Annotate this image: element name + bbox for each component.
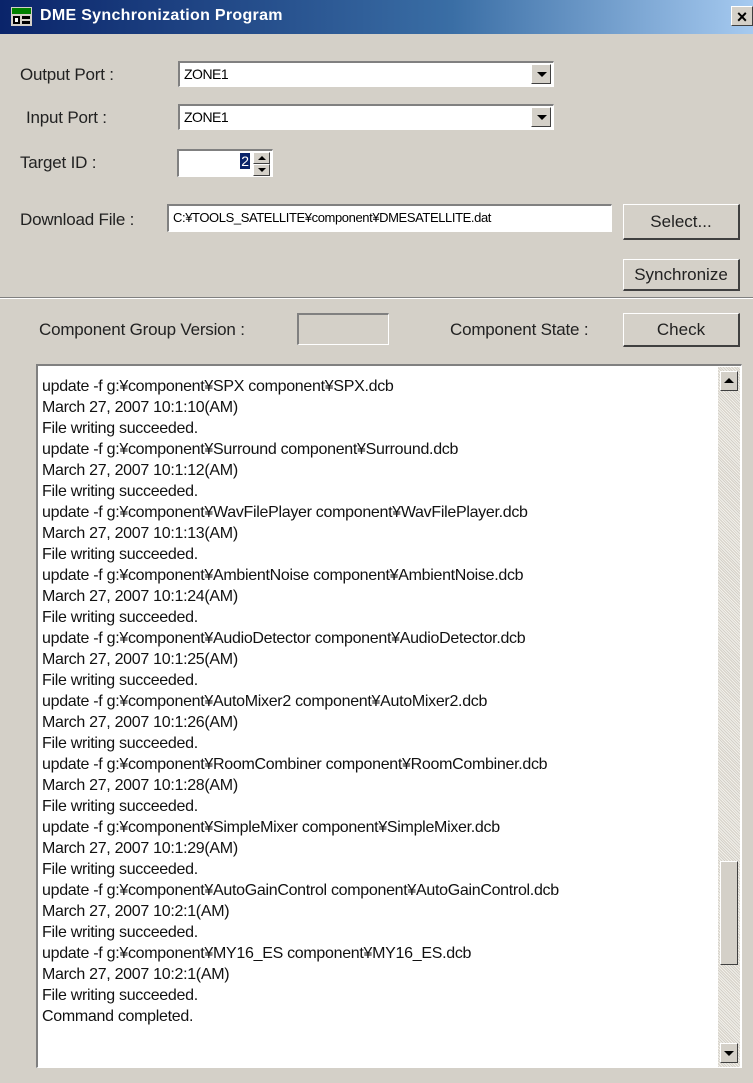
log-line: March 27, 2007 10:2:1(AM) bbox=[42, 903, 230, 920]
log-text: update -f g:¥component¥SPX component¥SPX… bbox=[42, 376, 714, 1027]
log-line: File writing succeeded. bbox=[42, 861, 198, 878]
log-line: March 27, 2007 10:1:24(AM) bbox=[42, 588, 238, 605]
synchronize-button[interactable]: Synchronize bbox=[623, 259, 740, 291]
output-port-value: ZONE1 bbox=[184, 66, 229, 82]
log-line: March 27, 2007 10:1:25(AM) bbox=[42, 651, 238, 668]
log-line: update -f g:¥component¥SPX component¥SPX… bbox=[42, 378, 394, 395]
scroll-up-icon[interactable] bbox=[720, 371, 738, 391]
app-window-icon bbox=[11, 7, 32, 26]
log-line: March 27, 2007 10:1:29(AM) bbox=[42, 840, 238, 857]
log-line: Command completed. bbox=[42, 1008, 194, 1025]
download-file-label: Download File : bbox=[20, 210, 135, 229]
chevron-down-icon[interactable] bbox=[531, 64, 551, 84]
log-output[interactable]: update -f g:¥component¥SPX component¥SPX… bbox=[36, 364, 742, 1068]
log-line: update -f g:¥component¥SimpleMixer compo… bbox=[42, 819, 500, 836]
title-bar[interactable]: DME Synchronization Program × bbox=[0, 0, 753, 34]
vertical-scrollbar[interactable] bbox=[718, 367, 740, 1067]
target-id-value: 2 bbox=[240, 153, 250, 169]
component-group-version-field bbox=[297, 313, 389, 345]
input-port-select[interactable]: ZONE1 bbox=[178, 104, 554, 130]
log-line: update -f g:¥component¥MY16_ES component… bbox=[42, 945, 472, 962]
log-line: File writing succeeded. bbox=[42, 735, 198, 752]
log-line: File writing succeeded. bbox=[42, 924, 198, 941]
log-line: March 27, 2007 10:1:28(AM) bbox=[42, 777, 238, 794]
close-icon: × bbox=[736, 7, 748, 27]
input-port-value: ZONE1 bbox=[184, 109, 229, 125]
spin-down-icon[interactable] bbox=[253, 164, 270, 176]
spin-up-icon[interactable] bbox=[253, 152, 270, 164]
output-port-select[interactable]: ZONE1 bbox=[178, 61, 554, 87]
log-line: update -f g:¥component¥AudioDetector com… bbox=[42, 630, 526, 647]
log-line: update -f g:¥component¥Surround componen… bbox=[42, 441, 459, 458]
log-line: March 27, 2007 10:2:1(AM) bbox=[42, 966, 230, 983]
log-line: File writing succeeded. bbox=[42, 420, 198, 437]
download-file-field[interactable]: C:¥TOOLS_SATELLITE¥component¥DMESATELLIT… bbox=[167, 204, 612, 232]
log-line: File writing succeeded. bbox=[42, 672, 198, 689]
log-line: March 27, 2007 10:1:10(AM) bbox=[42, 399, 238, 416]
scroll-thumb[interactable] bbox=[720, 861, 738, 965]
log-line: March 27, 2007 10:1:26(AM) bbox=[42, 714, 238, 731]
log-line: March 27, 2007 10:1:13(AM) bbox=[42, 525, 238, 542]
chevron-down-icon[interactable] bbox=[531, 107, 551, 127]
log-line: File writing succeeded. bbox=[42, 546, 198, 563]
divider bbox=[0, 297, 753, 299]
log-line: File writing succeeded. bbox=[42, 987, 198, 1004]
log-line: update -f g:¥component¥AmbientNoise comp… bbox=[42, 567, 524, 584]
log-line: File writing succeeded. bbox=[42, 609, 198, 626]
log-line: update -f g:¥component¥AutoGainControl c… bbox=[42, 882, 559, 899]
window-title: DME Synchronization Program bbox=[40, 7, 283, 24]
log-line: update -f g:¥component¥AutoMixer2 compon… bbox=[42, 693, 488, 710]
select-button[interactable]: Select... bbox=[623, 204, 740, 240]
target-id-spinner[interactable]: 2 bbox=[177, 149, 273, 177]
close-button[interactable]: × bbox=[731, 6, 753, 27]
check-button[interactable]: Check bbox=[623, 313, 740, 347]
log-line: File writing succeeded. bbox=[42, 483, 198, 500]
log-line: update -f g:¥component¥WavFilePlayer com… bbox=[42, 504, 528, 521]
log-line: March 27, 2007 10:1:12(AM) bbox=[42, 462, 238, 479]
log-line: update -f g:¥component¥RoomCombiner comp… bbox=[42, 756, 548, 773]
scroll-down-icon[interactable] bbox=[720, 1043, 738, 1063]
output-port-label: Output Port : bbox=[20, 65, 114, 84]
input-port-label: Input Port : bbox=[26, 108, 107, 127]
log-line: File writing succeeded. bbox=[42, 798, 198, 815]
component-group-version-label: Component Group Version : bbox=[39, 320, 245, 339]
component-state-label: Component State : bbox=[450, 320, 589, 339]
target-id-label: Target ID : bbox=[20, 153, 97, 172]
download-file-path: C:¥TOOLS_SATELLITE¥component¥DMESATELLIT… bbox=[173, 210, 491, 225]
